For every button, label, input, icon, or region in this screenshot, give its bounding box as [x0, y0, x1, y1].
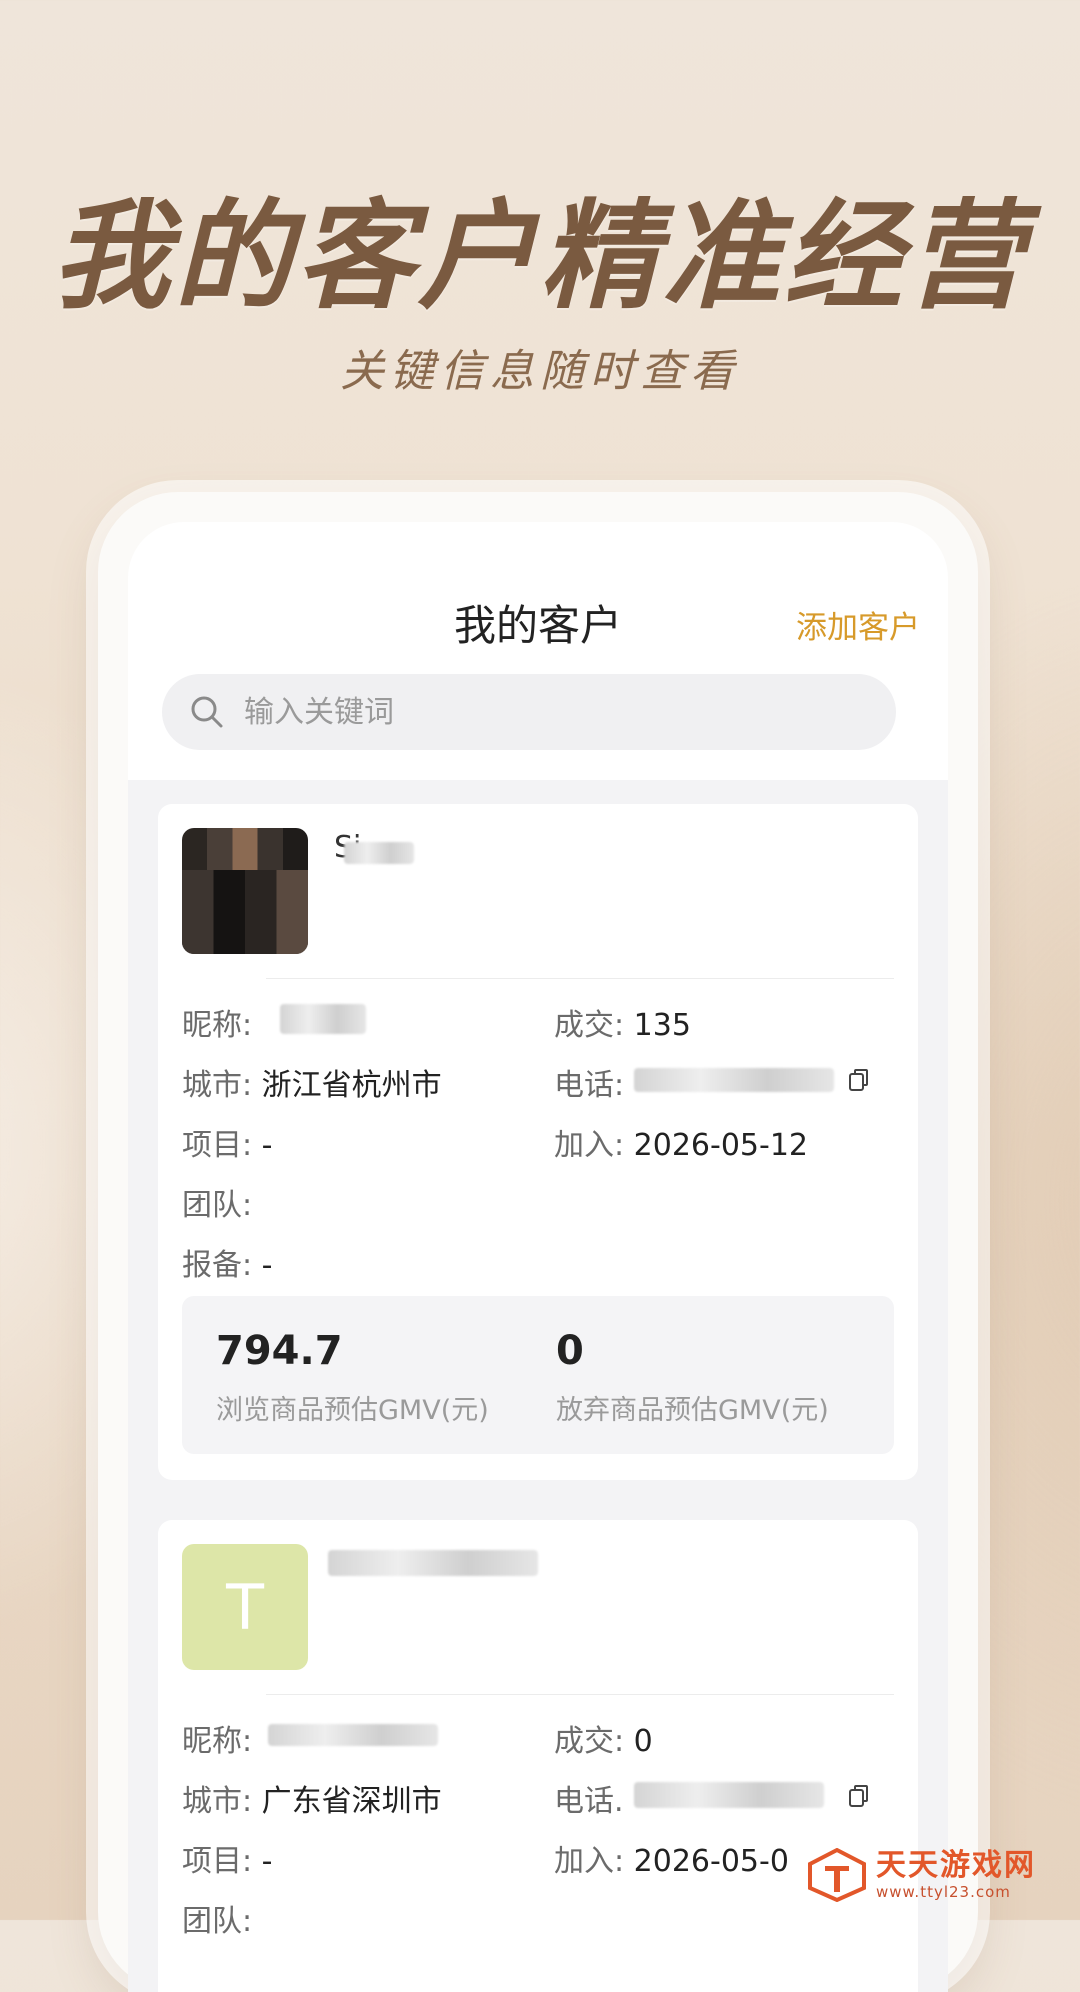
project-label: 项目:	[182, 1844, 253, 1879]
add-customer-button[interactable]: 添加客户	[796, 602, 920, 647]
customer-list: Si 昵称: 成交: 135 城市: 浙江省杭州市 电话:	[128, 780, 948, 1992]
site-watermark: 天天游戏网 www.ttyl23.com	[808, 1848, 1036, 1902]
phone-redacted	[634, 1782, 824, 1808]
nickname-redacted	[268, 1724, 438, 1746]
phone-label: 电话:	[554, 1068, 625, 1103]
team-label: 团队:	[182, 1904, 253, 1939]
banner-subline: 关键信息随时查看	[340, 346, 740, 397]
avatar: T	[182, 1544, 308, 1670]
city-row: 城市: 浙江省杭州市	[182, 1060, 442, 1104]
watermark-url: www.ttyl23.com	[876, 1882, 1011, 1901]
card-divider	[266, 1694, 894, 1695]
abandon-gmv-value: 0	[556, 1328, 584, 1374]
phone-label: 电话.	[554, 1784, 624, 1819]
nickname-row: 昵称:	[182, 1000, 252, 1044]
avatar	[182, 828, 308, 954]
search-bar[interactable]	[162, 674, 896, 750]
site-logo-icon	[808, 1848, 866, 1902]
project-row: 项目: -	[182, 1120, 272, 1164]
customer-name-redacted	[344, 842, 414, 864]
city-label: 城市:	[182, 1068, 253, 1103]
card-divider	[266, 978, 894, 979]
joined-value: 2026-05-12	[633, 1128, 809, 1163]
copy-icon[interactable]	[848, 1068, 870, 1092]
joined-label: 加入:	[554, 1128, 625, 1163]
customer-name-redacted	[328, 1550, 538, 1576]
copy-icon[interactable]	[848, 1784, 870, 1808]
deals-value: 135	[633, 1008, 691, 1043]
report-value: -	[261, 1248, 273, 1283]
joined-value: 2026-05-0	[633, 1844, 789, 1879]
city-value: 浙江省杭州市	[261, 1068, 442, 1103]
watermark-name: 天天游戏网	[876, 1847, 1036, 1883]
report-row: 报备: -	[182, 1240, 272, 1284]
search-input[interactable]	[242, 693, 746, 731]
search-icon	[191, 696, 223, 728]
gmv-stats-panel: 794.7 浏览商品预估GMV(元) 0 放弃商品预估GMV(元)	[182, 1296, 894, 1454]
nickname-label: 昵称:	[182, 1724, 253, 1759]
joined-label: 加入:	[554, 1844, 625, 1879]
phone-frame: 我的客户 添加客户 Si 昵称: 成交:	[98, 492, 978, 1992]
customer-card[interactable]: Si 昵称: 成交: 135 城市: 浙江省杭州市 电话:	[158, 804, 918, 1480]
banner-headline: 我的客户精准经营	[51, 187, 1028, 325]
city-value: 广东省深圳市	[261, 1784, 442, 1819]
report-label: 报备:	[182, 1248, 253, 1283]
browse-gmv-value: 794.7	[216, 1328, 343, 1374]
team-label: 团队:	[182, 1188, 253, 1223]
project-label: 项目:	[182, 1128, 253, 1163]
joined-row: 加入: 2026-05-12	[554, 1120, 808, 1164]
browse-gmv-label: 浏览商品预估GMV(元)	[216, 1395, 489, 1426]
nickname-row: 昵称:	[182, 1716, 252, 1760]
project-value: -	[261, 1844, 273, 1879]
phone-row: 电话:	[554, 1060, 624, 1104]
city-label: 城市:	[182, 1784, 253, 1819]
customer-card[interactable]: T 昵称: 成交: 0 城市: 广东省深圳市 电话. 项目: - 加入: 202…	[158, 1520, 918, 1992]
team-row: 团队:	[182, 1896, 252, 1940]
deals-label: 成交:	[554, 1724, 625, 1759]
joined-row: 加入: 2026-05-0	[554, 1836, 789, 1880]
deals-value: 0	[633, 1724, 653, 1759]
abandon-gmv-label: 放弃商品预估GMV(元)	[556, 1395, 829, 1426]
city-row: 城市: 广东省深圳市	[182, 1776, 442, 1820]
team-row: 团队:	[182, 1180, 252, 1224]
nickname-redacted	[280, 1004, 366, 1034]
project-value: -	[261, 1128, 273, 1163]
nickname-label: 昵称:	[182, 1008, 253, 1043]
deals-label: 成交:	[554, 1008, 625, 1043]
project-row: 项目: -	[182, 1836, 272, 1880]
phone-row: 电话.	[554, 1776, 624, 1820]
deals-row: 成交: 0	[554, 1716, 653, 1760]
deals-row: 成交: 135	[554, 1000, 691, 1044]
phone-redacted	[634, 1068, 834, 1092]
app-screen: 我的客户 添加客户 Si 昵称: 成交:	[128, 522, 948, 1992]
